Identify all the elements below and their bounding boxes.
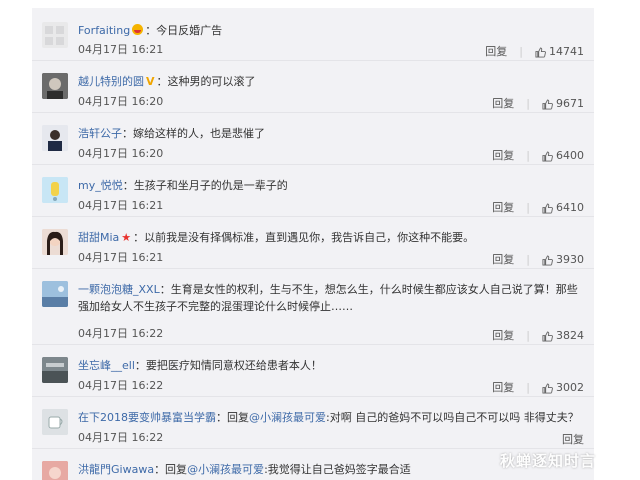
thumbs-up-icon <box>542 202 553 214</box>
watermark: 秋蝉逐知时言 <box>500 452 597 470</box>
comment-item: 浩轩公子：嫁给这样的人，也是悲催了 04月17日 16:20 回复 | 6400 <box>32 112 594 165</box>
like-count: 14741 <box>549 45 584 58</box>
comment-item: my_悦悦：生孩子和坐月子的仇是一辈子的 04月17日 16:21 回复 | 6… <box>32 164 594 217</box>
avatar[interactable] <box>42 125 68 151</box>
reply-prefix: ：回复 <box>216 411 249 424</box>
comment-text: :我觉得让自己爸妈签字最合适 <box>264 463 411 476</box>
comment-item: 在下2018要变帅暴富当学霸：回复@小澜孩最可爱:对啊 自己的爸妈不可以吗自己不… <box>32 396 594 449</box>
divider: | <box>526 97 530 110</box>
like-count: 9671 <box>556 97 584 110</box>
divider: | <box>526 381 530 394</box>
comment-item: 一颗泡泡糖_XXL：生育是女性的权利，生与不生，想怎么生，什么时候生都应该女人自… <box>32 268 594 345</box>
username[interactable]: 洪龍門Giwawa <box>78 463 154 476</box>
like-button[interactable]: 14741 <box>535 45 584 59</box>
comment-item: Forfaiting ：今日反婚广告 04月17日 16:21 回复 | 1474… <box>32 8 594 61</box>
like-button[interactable]: 6410 <box>542 201 584 215</box>
thumbs-up-icon <box>542 254 553 266</box>
avatar[interactable] <box>42 73 68 99</box>
username[interactable]: 坐忘峰__ell <box>78 359 135 372</box>
avatar[interactable] <box>42 177 68 203</box>
like-button[interactable]: 3002 <box>542 381 584 395</box>
reply-button[interactable]: 回复 <box>492 201 514 215</box>
timestamp: 04月17日 16:21 <box>78 251 164 264</box>
thumbs-up-icon <box>535 46 546 58</box>
comment-text: ：以前我是没有择偶标准，直到遇见你，我告诉自己，你这种不能要。 <box>133 231 475 244</box>
username[interactable]: 甜甜Mia <box>78 231 119 244</box>
comment-item: 坐忘峰__ell：要把医疗知情同意权还给患者本人！ 04月17日 16:22 回… <box>32 344 594 397</box>
comment-text: ：生孩子和坐月子的仇是一辈子的 <box>122 179 288 192</box>
username[interactable]: Forfaiting <box>78 24 130 37</box>
reply-button[interactable]: 回复 <box>485 45 507 59</box>
thumbs-up-icon <box>542 330 553 342</box>
mention-link[interactable]: @小澜孩最可爱 <box>187 463 264 476</box>
avatar[interactable] <box>42 229 68 255</box>
timestamp: 04月17日 16:21 <box>78 199 164 212</box>
timestamp: 04月17日 16:22 <box>78 379 164 392</box>
comment-text: :对啊 自己的爸妈不可以吗自己不可以吗 非得丈夫？ <box>326 411 579 424</box>
like-button[interactable]: 9671 <box>542 97 584 111</box>
reply-button[interactable]: 回复 <box>492 329 514 343</box>
timestamp: 04月17日 16:20 <box>78 95 164 108</box>
star-icon: ★ <box>121 231 132 244</box>
comment-list: Forfaiting ：今日反婚广告 04月17日 16:21 回复 | 1474… <box>32 8 594 480</box>
emoji-icon <box>132 24 144 35</box>
avatar[interactable] <box>42 461 68 480</box>
username[interactable]: 在下2018要变帅暴富当学霸 <box>78 411 216 424</box>
avatar[interactable] <box>42 281 68 307</box>
timestamp: 04月17日 16:21 <box>78 43 164 56</box>
reply-button[interactable]: 回复 <box>492 253 514 267</box>
timestamp: 04月17日 16:20 <box>78 147 164 160</box>
timestamp: 04月17日 16:22 <box>78 327 164 340</box>
like-count: 3824 <box>556 329 584 342</box>
reply-button[interactable]: 回复 <box>492 381 514 395</box>
comment-item: 越儿特别的圆 V ：这种男的可以滚了 04月17日 16:20 回复 | 9671 <box>32 60 594 113</box>
comment-text: ：今日反婚广告 <box>145 24 223 37</box>
divider: | <box>526 201 530 214</box>
username[interactable]: 越儿特别的圆 <box>78 75 144 88</box>
like-button[interactable]: 3824 <box>542 329 584 343</box>
comment-text: ：这种男的可以滚了 <box>156 75 256 88</box>
like-count: 3930 <box>556 253 584 266</box>
like-button[interactable]: 3930 <box>542 253 584 267</box>
like-count: 3002 <box>556 381 584 394</box>
thumbs-up-icon <box>542 382 553 394</box>
like-count: 6410 <box>556 201 584 214</box>
username[interactable]: 浩轩公子 <box>78 127 122 140</box>
like-button[interactable]: 6400 <box>542 149 584 163</box>
divider: | <box>526 329 530 342</box>
username[interactable]: my_悦悦 <box>78 179 123 192</box>
mention-link[interactable]: @小澜孩最可爱 <box>249 411 326 424</box>
comment-text: ：要把医疗知情同意权还给患者本人！ <box>134 359 322 372</box>
divider: | <box>519 45 523 58</box>
verified-v-icon: V <box>146 75 155 88</box>
username[interactable]: 一颗泡泡糖_XXL <box>78 283 160 296</box>
comment-item: 甜甜Mia ★ ：以前我是没有择偶标准，直到遇见你，我告诉自己，你这种不能要。 04… <box>32 216 594 269</box>
timestamp: 04月17日 16:22 <box>78 431 164 444</box>
comment-text: ：嫁给这样的人，也是悲催了 <box>122 127 265 140</box>
divider: | <box>526 253 530 266</box>
avatar[interactable] <box>42 357 68 383</box>
reply-button[interactable]: 回复 <box>562 433 584 447</box>
avatar[interactable] <box>42 22 68 48</box>
avatar[interactable] <box>42 409 68 435</box>
reply-button[interactable]: 回复 <box>492 149 514 163</box>
divider: | <box>526 149 530 162</box>
thumbs-up-icon <box>542 150 553 162</box>
thumbs-up-icon <box>542 98 553 110</box>
like-count: 6400 <box>556 149 584 162</box>
reply-button[interactable]: 回复 <box>492 97 514 111</box>
reply-prefix: ：回复 <box>154 463 188 476</box>
